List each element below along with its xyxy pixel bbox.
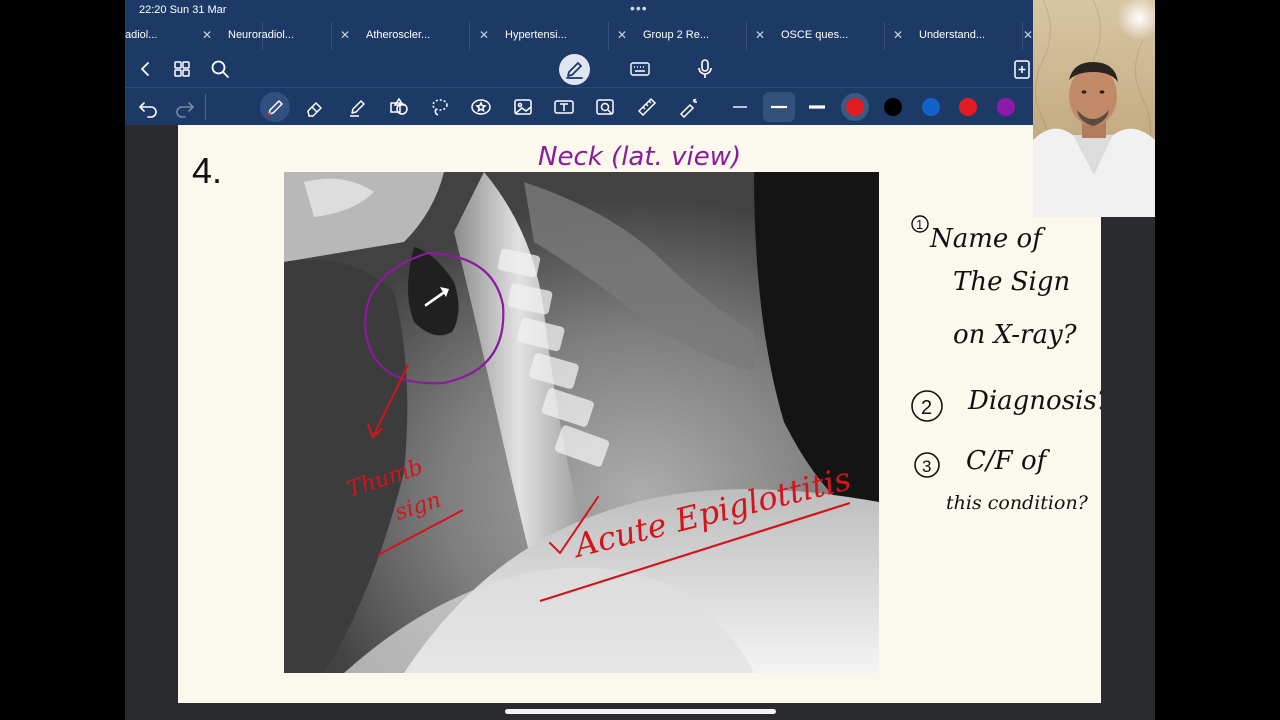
screen: 22:20 Sun 31 Mar ••• adiol... ✕ Neurorad… [0, 0, 1280, 720]
highlighter-icon[interactable] [344, 94, 370, 120]
question-3-marker: 3 [922, 457, 931, 476]
color-swatch-blue[interactable] [922, 98, 940, 116]
eraser-icon[interactable] [302, 94, 328, 120]
tab-hypertension[interactable]: ✕ Hypertensi... [471, 22, 609, 50]
toolbar-divider [205, 94, 206, 120]
sticker-icon[interactable] [468, 94, 494, 120]
ruler-icon[interactable] [634, 94, 660, 120]
tab-understanding[interactable]: ✕ Understand... [885, 22, 1023, 50]
status-bar: 22:20 Sun 31 Mar ••• [125, 0, 1155, 22]
thickness-thick-icon[interactable] [804, 94, 830, 120]
tab-close-icon[interactable]: ✕ [202, 28, 212, 42]
tab-label: Neuroradiol... [228, 29, 295, 41]
lasso-icon[interactable] [427, 94, 453, 120]
microphone-icon[interactable] [692, 56, 718, 82]
tab-atherosclerosis[interactable]: ✕ Atheroscler... [332, 22, 470, 50]
search-icon[interactable] [207, 56, 233, 82]
tab-label: Hypertensi... [505, 29, 567, 41]
tab-close-icon[interactable]: ✕ [479, 28, 489, 42]
keyboard-icon[interactable] [627, 56, 653, 82]
document-tab-bar: adiol... ✕ Neuroradiol... ✕ Atheroscler.… [125, 22, 1155, 50]
color-swatch-purple[interactable] [997, 98, 1015, 116]
shapes-icon[interactable] [386, 94, 412, 120]
grid-icon[interactable] [169, 56, 195, 82]
color-swatch-black[interactable] [884, 98, 902, 116]
home-indicator[interactable] [505, 709, 776, 714]
question-3-line2: this condition? [946, 492, 1089, 514]
laser-pointer-icon[interactable] [675, 94, 701, 120]
question-2-marker: 2 [921, 397, 932, 419]
back-chevron-icon[interactable] [133, 56, 159, 82]
color-swatch-red[interactable] [959, 98, 977, 116]
question-1-line3: on X-ray? [953, 320, 1078, 350]
notes-app-window: 22:20 Sun 31 Mar ••• adiol... ✕ Neurorad… [125, 0, 1155, 720]
thickness-medium-icon[interactable] [766, 94, 792, 120]
camera-icon[interactable] [592, 94, 618, 120]
redo-icon[interactable] [172, 94, 198, 120]
tab-close-icon[interactable]: ✕ [755, 28, 765, 42]
tab-neuroradiology[interactable]: ✕ Neuroradiol... [194, 22, 332, 50]
notebook-page[interactable]: 4. Neck (lat. view) Thumb sign ✓ Acute E… [178, 125, 1101, 703]
question-1-line1: Name of [929, 224, 1046, 254]
color-swatch-red-selected[interactable] [846, 98, 864, 116]
xray-arrow-marker [424, 289, 448, 307]
page-title: Neck (lat. view) [538, 142, 741, 172]
question-2-line1: Diagnosis? [967, 386, 1101, 416]
navigation-bar [125, 50, 1155, 87]
question-1-line2: The Sign [953, 267, 1070, 297]
tab-close-icon[interactable]: ✕ [340, 28, 350, 42]
pen-icon[interactable] [262, 94, 288, 120]
tab-label: Atheroscler... [366, 29, 431, 41]
tab-osce-questions[interactable]: ✕ OSCE ques... [747, 22, 885, 50]
drawing-toolbar [125, 87, 1155, 125]
handwritten-annotations-layer: 4. Neck (lat. view) Thumb sign ✓ Acute E… [192, 142, 1101, 603]
thumb-sign-label-line2: sign [392, 488, 444, 526]
tab-label: Group 2 Re... [643, 29, 710, 41]
question-number: 4. [192, 150, 222, 191]
tab-label: OSCE ques... [781, 29, 849, 41]
question-1-marker: 1 [916, 217, 923, 232]
status-time: 22:20 Sun 31 Mar [139, 4, 227, 16]
undo-icon[interactable] [135, 94, 161, 120]
diagnosis-label: Acute Epiglottitis [568, 459, 855, 565]
presenter-webcam-video [1033, 0, 1155, 217]
tab-label: Understand... [919, 29, 986, 41]
image-icon[interactable] [510, 94, 536, 120]
thickness-thin-icon[interactable] [727, 94, 753, 120]
tab-close-icon[interactable]: ✕ [1023, 28, 1033, 42]
red-arrow-annotation [367, 364, 409, 438]
add-page-icon[interactable] [1009, 56, 1035, 82]
question-3-line1: C/F of [966, 446, 1051, 476]
purple-circle-annotation [364, 251, 505, 385]
tab-close-icon[interactable]: ✕ [893, 28, 903, 42]
tab-label: adiol... [125, 29, 158, 41]
tab-group-2[interactable]: ✕ Group 2 Re... [609, 22, 747, 50]
text-box-icon[interactable] [551, 94, 577, 120]
multitasking-dots[interactable]: ••• [630, 0, 648, 16]
tab-close-icon[interactable]: ✕ [617, 28, 627, 42]
pencil-mode-icon[interactable] [559, 54, 590, 85]
